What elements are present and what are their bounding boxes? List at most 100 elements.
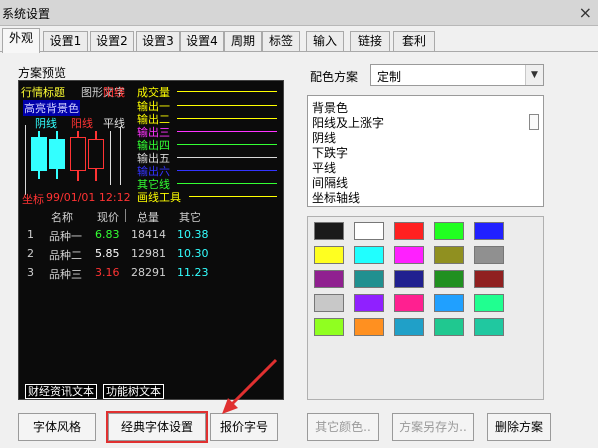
- color-swatch[interactable]: [394, 246, 424, 264]
- tab-appearance[interactable]: 外观: [2, 28, 40, 53]
- color-swatch[interactable]: [434, 294, 464, 312]
- color-swatch[interactable]: [354, 246, 384, 264]
- color-swatch[interactable]: [474, 318, 504, 336]
- color-swatch[interactable]: [314, 270, 344, 288]
- other-color-button[interactable]: 其它颜色..: [307, 413, 379, 441]
- scheme-select-value: 定制: [377, 70, 402, 84]
- color-swatch[interactable]: [354, 318, 384, 336]
- quote-font-size-button[interactable]: 报价字号: [210, 413, 278, 441]
- color-swatch[interactable]: [434, 318, 464, 336]
- table-row-other: 10.30: [177, 247, 209, 260]
- legend-output5-line: [177, 157, 277, 158]
- table-row-name: 品种一: [49, 230, 82, 243]
- table-row-volume: 18414: [131, 228, 166, 241]
- table-row-volume: 12981: [131, 247, 166, 260]
- table-header-name: 名称: [51, 211, 73, 224]
- table-header-other: 其它: [179, 211, 201, 224]
- title-bar: 系统设置 ×: [0, 0, 598, 26]
- tab-period[interactable]: 周期: [224, 31, 262, 52]
- annotation-highlight: [106, 411, 208, 443]
- table-header-volume: 总量: [137, 211, 159, 224]
- font-style-button[interactable]: 字体风格: [18, 413, 96, 441]
- save-scheme-as-button[interactable]: 方案另存为..: [392, 413, 474, 441]
- candle-yang-2: [88, 139, 104, 169]
- tab-arbitrage[interactable]: 套利: [393, 31, 435, 52]
- annotation-arrow-icon: [222, 358, 278, 414]
- color-swatch[interactable]: [434, 246, 464, 264]
- table-divider: [125, 209, 126, 222]
- tab-setting4[interactable]: 设置4: [180, 31, 224, 52]
- color-swatch[interactable]: [314, 222, 344, 240]
- color-swatch[interactable]: [354, 222, 384, 240]
- legend-other-line-line: [177, 183, 277, 184]
- color-swatch[interactable]: [394, 270, 424, 288]
- candle-flat: [120, 127, 121, 185]
- candle-yin-1: [31, 137, 47, 171]
- table-row-other: 11.23: [177, 266, 209, 279]
- preview-yang-label: 阳线: [71, 117, 93, 130]
- tab-setting2[interactable]: 设置2: [90, 31, 134, 52]
- chevron-down-icon[interactable]: ▼: [525, 65, 543, 85]
- preview-title: 行情标题: [21, 86, 65, 99]
- preview-yang-label-top: 阳线: [103, 86, 125, 99]
- legend-volume-line: [177, 91, 277, 92]
- legend-output4-line: [177, 144, 277, 145]
- preview-yin-label: 阴线: [35, 117, 57, 130]
- color-swatch[interactable]: [474, 222, 504, 240]
- color-swatch[interactable]: [314, 294, 344, 312]
- color-swatch[interactable]: [314, 246, 344, 264]
- color-swatch[interactable]: [474, 246, 504, 264]
- color-swatch[interactable]: [434, 222, 464, 240]
- preview-label: 方案预览: [18, 66, 67, 80]
- color-swatch[interactable]: [354, 294, 384, 312]
- scheme-select[interactable]: 定制 ▼: [370, 64, 544, 86]
- preview-highlight-bg: 高亮背景色: [23, 100, 80, 116]
- color-swatch[interactable]: [394, 222, 424, 240]
- color-swatch[interactable]: [394, 318, 424, 336]
- function-tree-text-label: 功能树文本: [103, 384, 164, 399]
- color-swatch[interactable]: [394, 294, 424, 312]
- tab-strip: 外观 设置1 设置2 设置3 设置4 周期 标签 输入 链接 套利: [0, 26, 598, 53]
- table-row-price: 5.85: [95, 247, 120, 260]
- table-row-name: 品种三: [49, 268, 82, 281]
- table-row-other: 10.38: [177, 228, 209, 241]
- tab-input[interactable]: 输入: [306, 31, 344, 52]
- tab-divider: [0, 51, 598, 52]
- table-header-price: 现价: [97, 211, 119, 224]
- table-row-index: 3: [27, 266, 34, 279]
- color-swatch[interactable]: [474, 270, 504, 288]
- candle-yang-1: [70, 137, 86, 171]
- legend-draw-tool-line: [189, 196, 277, 197]
- tab-tags[interactable]: 标签: [262, 31, 300, 52]
- legend-output2-line: [177, 118, 277, 119]
- close-icon[interactable]: ×: [579, 3, 592, 22]
- table-row-index: 1: [27, 228, 34, 241]
- table-row-volume: 28291: [131, 266, 166, 279]
- tab-link[interactable]: 链接: [350, 31, 390, 52]
- list-item[interactable]: 坐标轴线: [312, 189, 360, 206]
- table-row-price: 3.16: [95, 266, 120, 279]
- candle-yin-2: [49, 139, 65, 169]
- legend-output6-line: [177, 170, 277, 171]
- legend-output1-line: [177, 105, 277, 106]
- axis-line: [25, 125, 26, 195]
- table-row-price: 6.83: [95, 228, 120, 241]
- delete-scheme-button[interactable]: 删除方案: [487, 413, 551, 441]
- candle-flat: [110, 131, 111, 185]
- preview-flat-label: 平线: [103, 117, 125, 130]
- color-swatch[interactable]: [354, 270, 384, 288]
- news-text-label: 财经资讯文本: [25, 384, 97, 399]
- legend-output3-line: [177, 131, 277, 132]
- color-swatch[interactable]: [314, 318, 344, 336]
- tab-setting3[interactable]: 设置3: [136, 31, 180, 52]
- color-item-list[interactable]: 背景色 阳线及上涨字 阴线 下跌字 平线 间隔线 坐标轴线: [307, 95, 544, 207]
- table-row-name: 品种二: [49, 249, 82, 262]
- tab-setting1[interactable]: 设置1: [43, 31, 88, 52]
- table-row-index: 2: [27, 247, 34, 260]
- color-swatch[interactable]: [434, 270, 464, 288]
- color-swatch[interactable]: [474, 294, 504, 312]
- window-title: 系统设置: [2, 7, 51, 21]
- list-scrollbar-thumb[interactable]: [529, 114, 539, 130]
- coord-value: 99/01/01 12:12: [46, 191, 131, 204]
- legend-draw-tool: 画线工具: [137, 191, 181, 204]
